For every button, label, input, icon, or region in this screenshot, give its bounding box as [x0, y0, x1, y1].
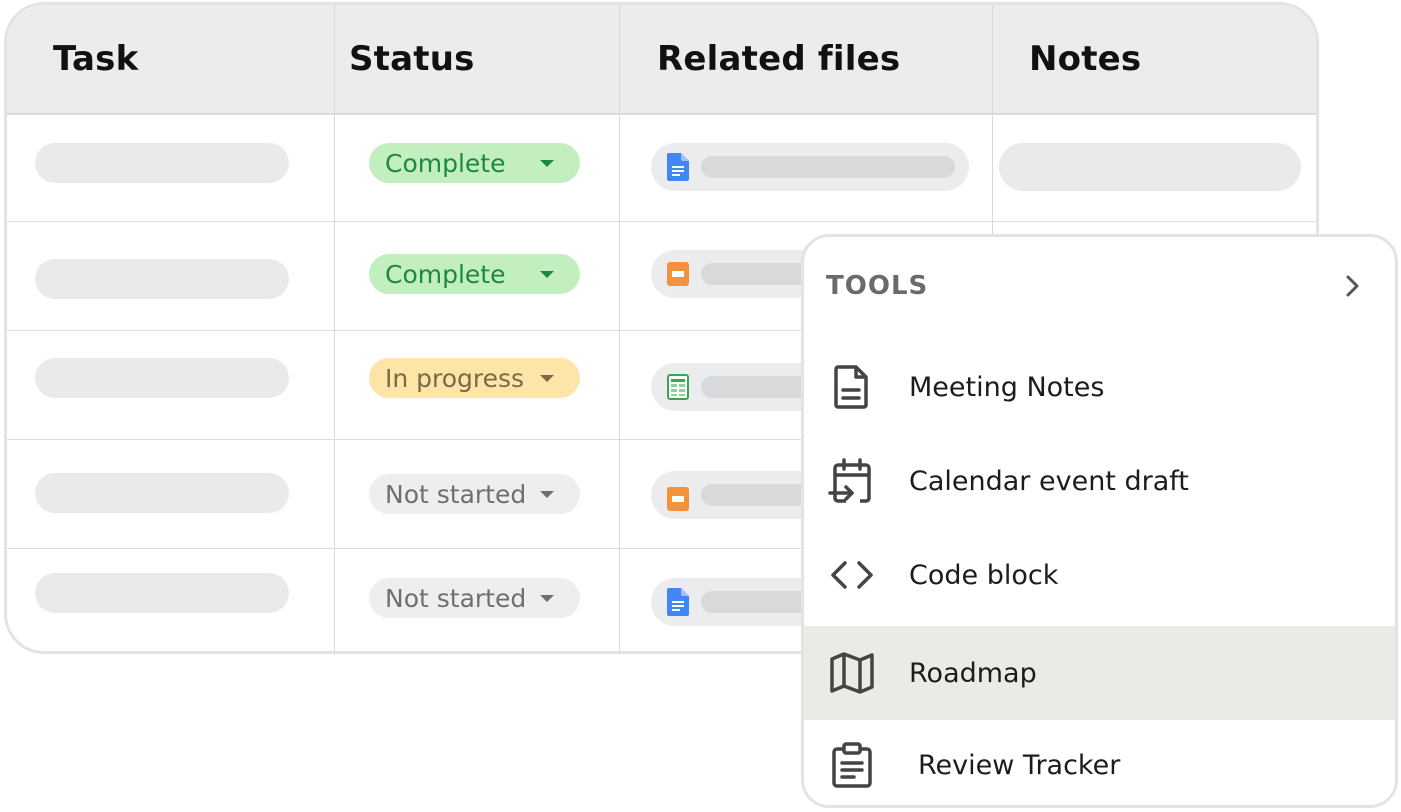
menu-item-roadmap[interactable]: Roadmap [804, 626, 1395, 720]
status-dropdown[interactable]: In progress [369, 358, 580, 398]
clipboard-icon [832, 742, 872, 788]
map-icon [830, 652, 874, 694]
column-header-task[interactable]: Task [53, 5, 138, 113]
status-dropdown[interactable]: Complete [369, 254, 580, 294]
caret-down-icon [540, 491, 554, 498]
menu-item-label: Roadmap [909, 657, 1037, 689]
task-cell-placeholder[interactable] [35, 259, 289, 299]
column-header-status[interactable]: Status [349, 5, 475, 113]
file-name-placeholder [701, 156, 955, 178]
menu-item-calendar-event-draft[interactable]: Calendar event draft [804, 434, 1395, 528]
file-chip[interactable] [651, 143, 969, 191]
column-header-related-files[interactable]: Related files [657, 5, 900, 113]
google-slides-icon [667, 262, 689, 286]
tools-menu-title: TOOLS [826, 271, 929, 301]
tools-menu: TOOLS Meeting Notes Calendar event draft [801, 234, 1398, 808]
menu-item-label: Calendar event draft [909, 465, 1189, 497]
status-label: Complete [385, 259, 506, 289]
menu-item-code-block[interactable]: Code block [804, 528, 1395, 622]
column-header-notes[interactable]: Notes [1029, 5, 1141, 113]
status-dropdown[interactable]: Not started [369, 474, 580, 514]
document-icon [834, 365, 868, 409]
status-label: In progress [385, 363, 525, 393]
status-dropdown[interactable]: Not started [369, 578, 580, 618]
task-cell-placeholder[interactable] [35, 573, 289, 613]
menu-item-label: Meeting Notes [909, 371, 1105, 403]
chevron-right-icon[interactable] [1339, 273, 1365, 299]
caret-down-icon [540, 595, 554, 602]
google-sheets-icon [667, 374, 689, 400]
google-slides-icon [667, 487, 689, 511]
code-icon [831, 561, 873, 589]
status-label: Complete [385, 148, 506, 178]
menu-item-label: Review Tracker [918, 749, 1121, 781]
caret-down-icon [540, 160, 554, 167]
status-label: Not started [385, 479, 527, 509]
task-cell-placeholder[interactable] [35, 358, 289, 398]
task-cell-placeholder[interactable] [35, 143, 289, 183]
notes-cell-placeholder[interactable] [999, 143, 1301, 191]
table-header: Task Status Related files Notes [7, 5, 1316, 115]
google-docs-icon [667, 153, 689, 181]
status-label: Not started [385, 583, 527, 613]
caret-down-icon [540, 271, 554, 278]
menu-item-review-tracker[interactable]: Review Tracker [804, 718, 1395, 805]
menu-item-meeting-notes[interactable]: Meeting Notes [804, 340, 1395, 434]
caret-down-icon [540, 375, 554, 382]
task-cell-placeholder[interactable] [35, 473, 289, 513]
status-dropdown[interactable]: Complete [369, 143, 580, 183]
calendar-event-icon [828, 458, 871, 503]
menu-item-label: Code block [909, 559, 1059, 591]
row-divider [7, 221, 1316, 222]
google-docs-icon [667, 588, 689, 616]
